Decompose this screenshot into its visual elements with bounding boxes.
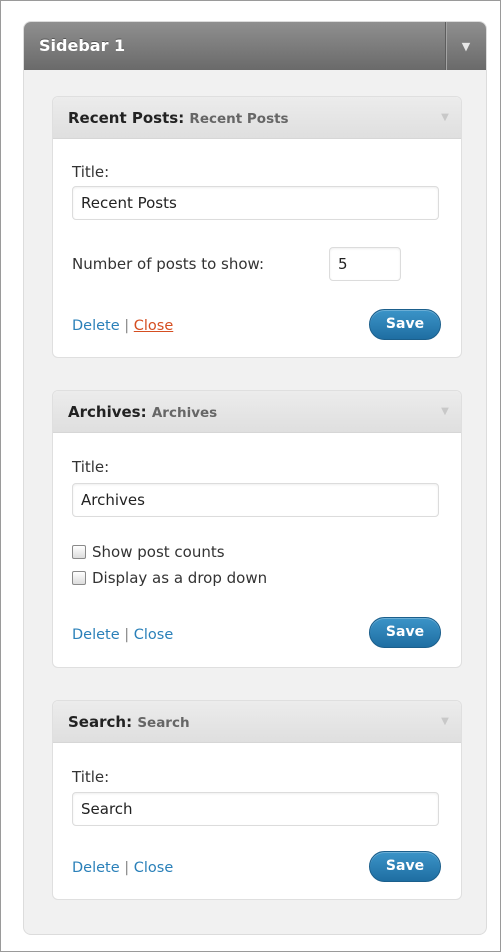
separator: | — [124, 860, 130, 876]
separator: | — [124, 627, 130, 643]
title-input[interactable] — [72, 483, 439, 517]
widget-controls: Delete | Close — [72, 860, 173, 876]
widget-controls: Delete | Close — [72, 627, 173, 643]
widget-name: Search — [68, 713, 127, 731]
number-of-posts-input[interactable] — [329, 247, 401, 281]
save-button[interactable]: Save — [369, 851, 441, 882]
title-label: Title: — [72, 768, 110, 786]
close-link[interactable]: Close — [134, 860, 174, 876]
title-input[interactable] — [72, 186, 439, 220]
delete-link[interactable]: Delete — [72, 627, 120, 643]
title-label: Title: — [72, 163, 110, 181]
widget-title: Search: Search — [68, 713, 190, 731]
save-button[interactable]: Save — [369, 309, 441, 340]
checkbox-label: Show post counts — [92, 543, 225, 561]
widget-header[interactable]: Recent Posts: Recent Posts ▼ — [53, 97, 461, 139]
widget-search: Search: Search ▼ Title: Delete | Close S… — [52, 700, 462, 900]
close-link[interactable]: Close — [134, 627, 174, 643]
checkbox-label: Display as a drop down — [92, 569, 268, 587]
widget-header[interactable]: Search: Search ▼ — [53, 701, 461, 743]
widget-recent-posts: Recent Posts: Recent Posts ▼ Title: Numb… — [52, 96, 462, 358]
title-label: Title: — [72, 458, 110, 476]
separator: | — [124, 318, 130, 334]
widget-controls: Delete | Close — [72, 318, 173, 334]
number-of-posts-label: Number of posts to show: — [72, 255, 265, 273]
delete-link[interactable]: Delete — [72, 318, 120, 334]
title-input[interactable] — [72, 792, 439, 826]
widget-header[interactable]: Archives: Archives ▼ — [53, 391, 461, 433]
widget-archives: Archives: Archives ▼ Title: Show post co… — [52, 390, 462, 668]
triangle-down-icon[interactable]: ▼ — [429, 391, 461, 432]
save-button[interactable]: Save — [369, 617, 441, 648]
show-post-counts-checkbox[interactable] — [72, 545, 86, 559]
widget-title: Recent Posts: Recent Posts — [68, 109, 289, 127]
widget-name: Archives — [68, 403, 141, 421]
sidebar-panel: Sidebar 1 ▼ Recent Posts: Recent Posts ▼… — [23, 21, 487, 935]
widget-instance-title: Recent Posts — [189, 111, 289, 127]
sidebar-title: Sidebar 1 — [39, 36, 126, 55]
display-dropdown-checkbox[interactable] — [72, 571, 86, 585]
widget-instance-title: Search — [137, 715, 190, 731]
triangle-down-icon[interactable]: ▼ — [429, 701, 461, 742]
widget-title: Archives: Archives — [68, 403, 218, 421]
delete-link[interactable]: Delete — [72, 860, 120, 876]
triangle-down-icon[interactable]: ▼ — [429, 97, 461, 138]
triangle-down-icon[interactable]: ▼ — [445, 22, 486, 70]
widget-instance-title: Archives — [151, 405, 218, 421]
show-post-counts-option[interactable]: Show post counts — [72, 543, 225, 561]
widget-name: Recent Posts — [68, 109, 179, 127]
close-link[interactable]: Close — [134, 318, 174, 334]
display-dropdown-option[interactable]: Display as a drop down — [72, 569, 267, 587]
sidebar-header[interactable]: Sidebar 1 ▼ — [24, 22, 486, 70]
